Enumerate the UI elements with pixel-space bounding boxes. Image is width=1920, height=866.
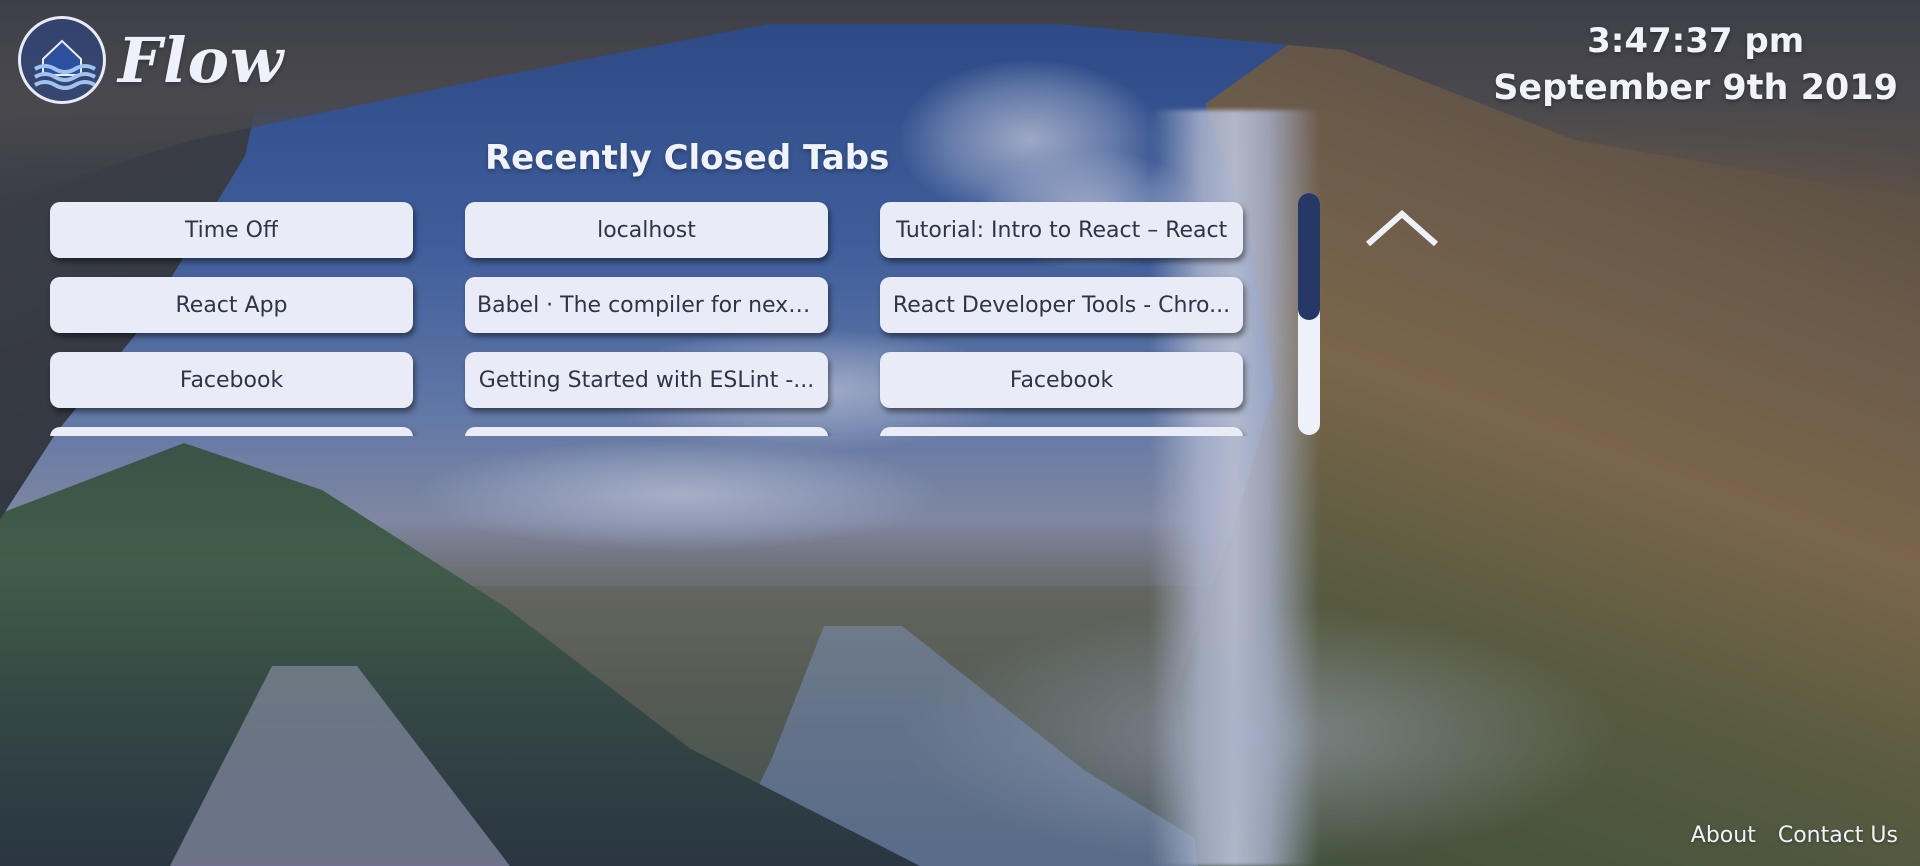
recent-tab-card[interactable] bbox=[50, 427, 413, 436]
clock-widget: 3:47:37 pm September 9th 2019 bbox=[1493, 18, 1898, 112]
recent-tab-label: React Developer Tools - Chro... bbox=[892, 292, 1231, 318]
recent-tab-label: Babel · The compiler for next ... bbox=[477, 292, 816, 318]
recent-tab-label: localhost bbox=[597, 217, 696, 243]
chevron-up-icon bbox=[1366, 209, 1438, 247]
recent-tab-card[interactable]: Tutorial: Intro to React – React bbox=[880, 202, 1243, 258]
clock-date: September 9th 2019 bbox=[1493, 68, 1898, 108]
recent-tab-card[interactable] bbox=[465, 427, 828, 436]
collapse-button[interactable] bbox=[1364, 206, 1440, 250]
recent-tab-card[interactable]: Time Off bbox=[50, 202, 413, 258]
recent-tab-card[interactable]: Facebook bbox=[50, 352, 413, 408]
recent-tab-card[interactable]: Babel · The compiler for next ... bbox=[465, 277, 828, 333]
recent-tab-card[interactable]: React App bbox=[50, 277, 413, 333]
recent-tab-label: Facebook bbox=[179, 367, 284, 393]
footer-links: About Contact Us bbox=[1691, 823, 1898, 848]
recent-tab-card[interactable]: Getting Started with ESLint -... bbox=[465, 352, 828, 408]
app-logo[interactable]: Flow bbox=[18, 16, 284, 104]
recent-tab-card[interactable]: React Developer Tools - Chro... bbox=[880, 277, 1243, 333]
scrollbar-thumb[interactable] bbox=[1298, 193, 1320, 320]
recent-tab-card[interactable] bbox=[880, 427, 1243, 436]
app-name: Flow bbox=[118, 23, 285, 97]
clock-time: 3:47:37 pm bbox=[1587, 21, 1805, 61]
recent-tab-card[interactable]: Facebook bbox=[880, 352, 1243, 408]
new-tab-page: Flow 3:47:37 pm September 9th 2019 Recen… bbox=[0, 0, 1920, 866]
about-link[interactable]: About bbox=[1691, 823, 1756, 848]
recent-tab-label: Getting Started with ESLint -... bbox=[478, 367, 815, 393]
recent-tab-label: Time Off bbox=[184, 217, 279, 243]
recent-tabs-title: Recently Closed Tabs bbox=[485, 138, 890, 178]
recent-tab-label: Tutorial: Intro to React – React bbox=[895, 217, 1228, 243]
wave-logo-icon bbox=[18, 16, 106, 104]
recent-tabs-list[interactable]: Time Off localhost Tutorial: Intro to Re… bbox=[40, 194, 1260, 436]
recent-tab-label: React App bbox=[175, 292, 288, 318]
recent-tab-card[interactable]: localhost bbox=[465, 202, 828, 258]
contact-link[interactable]: Contact Us bbox=[1778, 823, 1898, 848]
recent-tab-label: Facebook bbox=[1009, 367, 1114, 393]
recent-tabs-scrollbar[interactable] bbox=[1298, 193, 1320, 435]
